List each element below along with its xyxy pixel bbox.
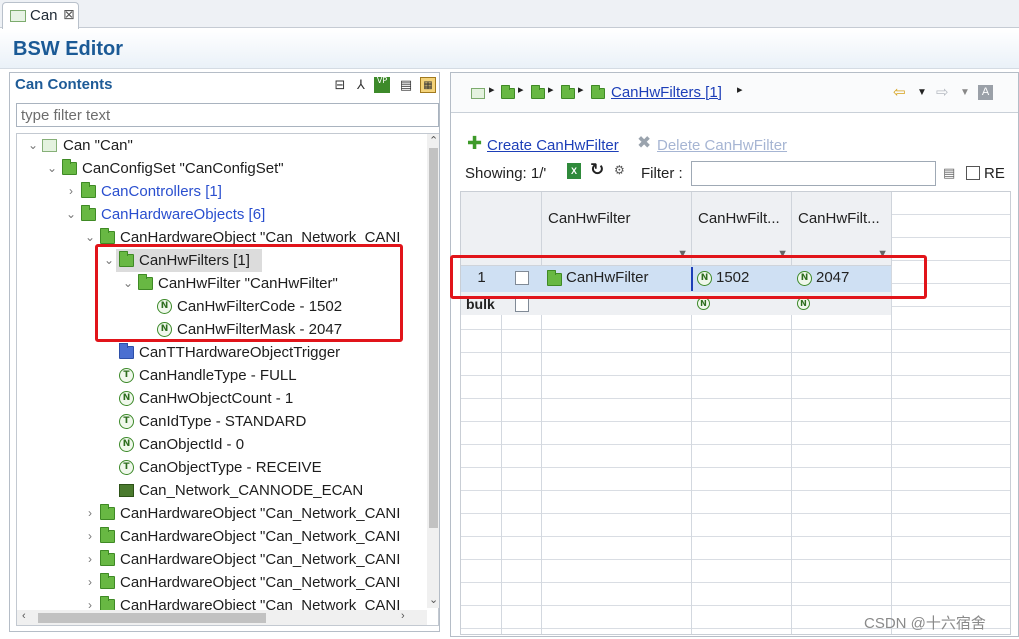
folder-icon xyxy=(81,205,96,221)
chevron-right-icon[interactable]: › xyxy=(64,180,78,203)
panel-title: Can Contents xyxy=(15,76,113,93)
tree-item[interactable]: › CanHardwareObject "Can_Network_CANI xyxy=(17,571,426,594)
tree-item[interactable]: N CanObjectId - 0 xyxy=(17,433,426,456)
text-param-icon: T xyxy=(119,460,134,475)
tab-can[interactable]: Can ⊠ xyxy=(2,2,79,29)
module-icon xyxy=(42,139,57,152)
scroll-down-icon[interactable]: ⌄ xyxy=(429,593,438,606)
scroll-up-icon[interactable]: ⌃ xyxy=(429,134,438,147)
tree-filter-input[interactable] xyxy=(16,103,439,127)
highlight-box xyxy=(450,255,927,299)
tree-item[interactable]: CanTTHardwareObjectTrigger xyxy=(17,341,426,364)
collapse-all-icon[interactable]: ⊟ xyxy=(332,77,348,93)
breadcrumb-separator-icon: ▸ xyxy=(489,84,495,96)
back-arrow-icon[interactable]: ⇦ xyxy=(893,83,906,101)
folder-icon xyxy=(100,228,115,244)
chevron-right-icon[interactable]: › xyxy=(83,548,97,571)
tree-item[interactable]: T CanIdType - STANDARD xyxy=(17,410,426,433)
tree-item[interactable]: N CanHwObjectCount - 1 xyxy=(17,387,426,410)
scroll-left-icon[interactable]: ‹ xyxy=(22,610,26,622)
hierarchy-icon[interactable]: ⅄ xyxy=(353,77,369,93)
breadcrumb-current[interactable]: CanHwFilters [1] xyxy=(611,84,722,101)
document-icon[interactable]: ▤ xyxy=(398,77,414,93)
scrollbar-thumb[interactable] xyxy=(38,613,266,623)
scroll-right-icon[interactable]: › xyxy=(401,610,405,622)
editor-tab-bar xyxy=(0,0,1019,28)
settings-icon[interactable]: ⚙ xyxy=(614,163,625,177)
details-panel: ▸ ▸ ▸ ▸ CanHwFilters [1] ▸ ⇦ ▼ ⇨ ▼ A ✚ C… xyxy=(450,72,1019,637)
refresh-icon[interactable]: ↻ xyxy=(590,160,604,180)
folder-icon xyxy=(81,182,96,198)
contents-panel: Can Contents ⊟ ⅄ VP ▤ ▦ ⌄ Can "Can" ⌄ Ca… xyxy=(9,72,440,632)
bulk-checkbox[interactable] xyxy=(515,298,529,312)
tree-item[interactable]: › CanControllers [1] xyxy=(17,180,426,203)
tree-item[interactable]: ⌄ Can "Can" xyxy=(17,134,426,157)
text-param-icon: T xyxy=(119,414,134,429)
showing-count: Showing: 1/' xyxy=(465,165,547,182)
tree-view: ⌄ Can "Can" ⌄ CanConfigSet "CanConfigSet… xyxy=(16,133,439,626)
folder-icon xyxy=(100,550,115,566)
folder-icon xyxy=(62,159,77,175)
chevron-down-icon[interactable]: ⌄ xyxy=(26,134,40,157)
folder-icon[interactable] xyxy=(561,85,575,99)
folder-icon xyxy=(100,573,115,589)
text-param-icon: T xyxy=(119,368,134,383)
text-format-icon[interactable]: A xyxy=(978,85,993,100)
tree-item[interactable]: Can_Network_CANNODE_ECAN xyxy=(17,479,426,502)
breadcrumb-separator-icon: ▸ xyxy=(518,84,524,96)
scrollbar-thumb[interactable] xyxy=(429,148,438,528)
highlight-box xyxy=(95,244,403,342)
tree-item[interactable]: T CanHandleType - FULL xyxy=(17,364,426,387)
folder-icon[interactable] xyxy=(501,85,515,99)
tree-item[interactable]: › CanHardwareObject "Can_Network_CANI xyxy=(17,548,426,571)
regex-label: RE xyxy=(984,165,1005,182)
reference-icon xyxy=(119,484,134,497)
tree-item[interactable]: ⌄ CanHardwareObjects [6] xyxy=(17,203,426,226)
editor-title: BSW Editor xyxy=(13,38,123,60)
close-icon[interactable]: ⊠ xyxy=(63,6,75,23)
numeric-param-icon: N xyxy=(119,391,134,406)
breadcrumb-separator-icon: ▸ xyxy=(737,84,743,96)
table-filter-input[interactable] xyxy=(691,161,936,186)
chevron-right-icon[interactable]: › xyxy=(83,571,97,594)
variant-icon[interactable]: VP xyxy=(374,77,390,93)
chevron-down-icon[interactable]: ⌄ xyxy=(64,203,78,226)
breadcrumb-separator-icon: ▸ xyxy=(548,84,554,96)
folder-icon[interactable] xyxy=(531,85,545,99)
chevron-right-icon[interactable]: › xyxy=(83,502,97,525)
excel-export-icon[interactable]: X xyxy=(567,163,581,179)
editor-header: BSW Editor xyxy=(0,29,1019,69)
module-icon[interactable] xyxy=(471,88,485,99)
breadcrumb: ▸ ▸ ▸ ▸ CanHwFilters [1] ▸ ⇦ ▼ ⇨ ▼ A xyxy=(451,73,1018,113)
numeric-param-icon: N xyxy=(119,437,134,452)
chevron-down-icon[interactable]: ⌄ xyxy=(45,157,59,180)
chevron-right-icon[interactable]: › xyxy=(83,525,97,548)
breadcrumb-separator-icon: ▸ xyxy=(578,84,584,96)
add-icon[interactable]: ✚ xyxy=(467,133,482,154)
regex-checkbox[interactable] xyxy=(966,166,980,180)
tree-item[interactable]: › CanHardwareObject "Can_Network_CANI xyxy=(17,502,426,525)
tab-label: Can xyxy=(30,7,58,24)
clear-filter-icon[interactable]: ▤ xyxy=(943,165,955,181)
delete-button: Delete CanHwFilter xyxy=(657,137,788,154)
folder-icon xyxy=(119,343,134,359)
tree-item[interactable]: ⌄ CanConfigSet "CanConfigSet" xyxy=(17,157,426,180)
tree-item[interactable]: T CanObjectType - RECEIVE xyxy=(17,456,426,479)
tree-item[interactable]: › CanHardwareObject "Can_Network_CANI xyxy=(17,525,426,548)
create-button[interactable]: Create CanHwFilter xyxy=(487,137,619,154)
folder-icon xyxy=(100,527,115,543)
folder-icon xyxy=(100,504,115,520)
dropdown-icon[interactable]: ▼ xyxy=(917,87,927,98)
filter-label: Filter : xyxy=(641,165,683,182)
folder-icon[interactable] xyxy=(591,85,605,99)
dropdown-icon[interactable]: ▼ xyxy=(960,87,970,98)
table-view-icon[interactable]: ▦ xyxy=(420,77,436,93)
watermark: CSDN @十六宿舍 xyxy=(864,615,986,632)
delete-icon: ✖ xyxy=(637,133,652,152)
module-icon xyxy=(10,10,26,22)
forward-arrow-icon[interactable]: ⇨ xyxy=(936,83,949,101)
